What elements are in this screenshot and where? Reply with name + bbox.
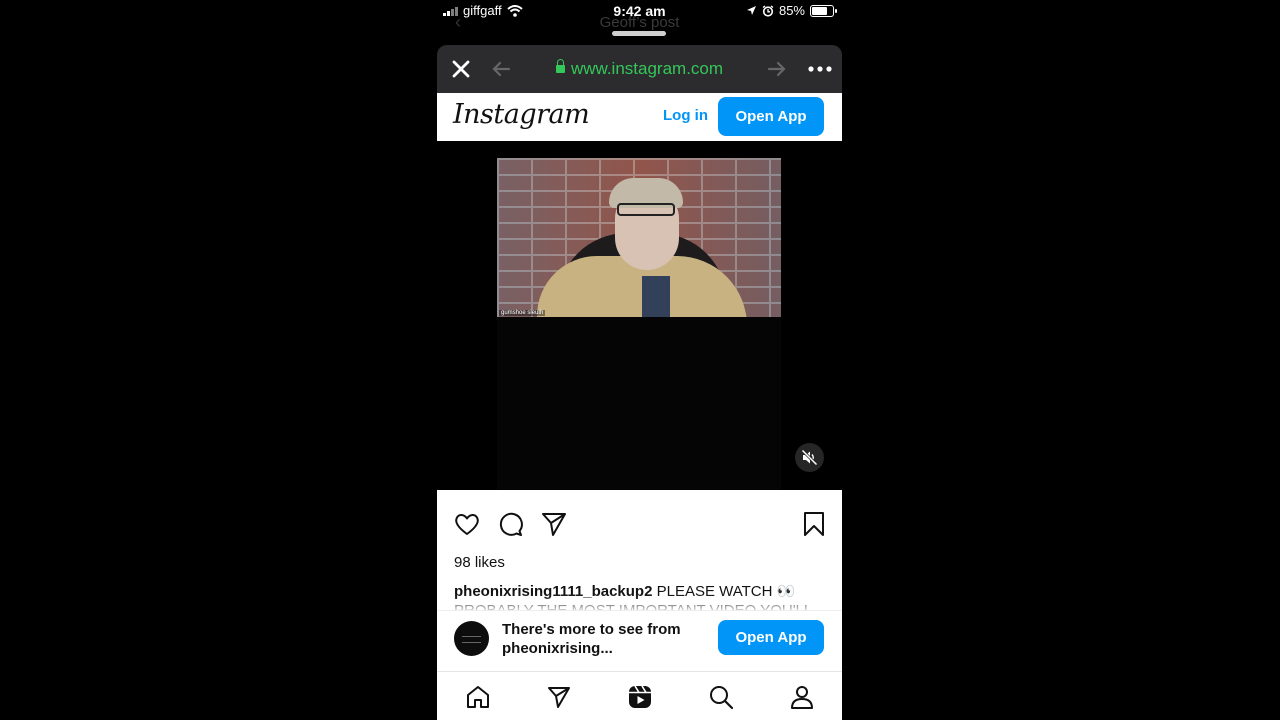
- url-text: www.instagram.com: [570, 59, 724, 78]
- more-options-icon[interactable]: [807, 57, 833, 81]
- muted-speaker-icon: [801, 449, 818, 466]
- mute-toggle-button[interactable]: [795, 443, 824, 472]
- phone-screen: giffgaff 9:42 am 85% ‹ Geoff’s post www.…: [437, 0, 842, 720]
- video-player[interactable]: gumshoe sleuth: [437, 141, 842, 490]
- shirt: [642, 276, 670, 317]
- instagram-header: Instagram Log in Open App: [437, 93, 842, 142]
- open-app-button[interactable]: Open App: [718, 97, 824, 136]
- bookmark-icon[interactable]: [800, 510, 828, 538]
- browser-toolbar: www.instagram.com: [437, 45, 842, 93]
- profile-icon[interactable]: [789, 684, 815, 710]
- sheet-grabber[interactable]: [612, 31, 666, 36]
- comment-icon[interactable]: [497, 510, 525, 538]
- video-frame: gumshoe sleuth: [497, 158, 781, 317]
- browser-forward-icon[interactable]: [765, 57, 789, 81]
- direct-icon[interactable]: [546, 684, 572, 710]
- reels-icon[interactable]: [627, 684, 653, 710]
- instagram-logo[interactable]: Instagram: [453, 99, 590, 130]
- bottom-navigation: [437, 671, 842, 720]
- like-count[interactable]: 98 likes: [454, 554, 505, 571]
- banner-open-app-button[interactable]: Open App: [718, 620, 824, 655]
- banner-message: There's more to see from pheonixrising..…: [502, 621, 681, 657]
- login-link[interactable]: Log in: [663, 107, 708, 124]
- home-icon[interactable]: [465, 684, 491, 710]
- share-icon[interactable]: [540, 510, 568, 538]
- lock-icon: [555, 59, 565, 73]
- video-dark-area: [497, 317, 781, 490]
- avatar[interactable]: [454, 621, 489, 656]
- glasses: [617, 203, 675, 216]
- background-sheet-title: Geoff’s post: [599, 14, 680, 31]
- like-heart-icon[interactable]: [453, 510, 481, 538]
- open-app-banner: There's more to see from pheonixrising..…: [437, 610, 842, 671]
- search-icon[interactable]: [708, 684, 734, 710]
- video-participant-label: gumshoe sleuth: [499, 310, 546, 316]
- caption-username[interactable]: pheonixrising1111_backup2: [454, 583, 652, 600]
